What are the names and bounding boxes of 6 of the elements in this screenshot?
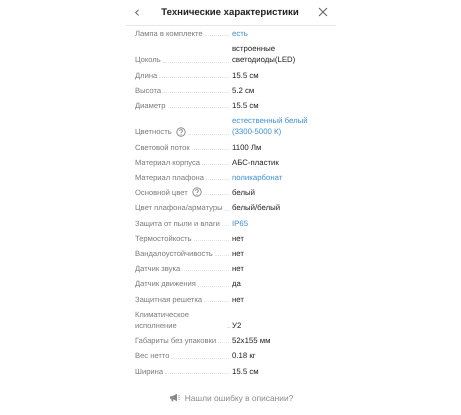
megaphone-icon [168, 393, 180, 402]
window-title: Технические характеристики [161, 6, 299, 18]
back-button[interactable]: ‹ [132, 5, 142, 20]
close-button[interactable] [318, 7, 328, 18]
report-link[interactable]: Нашли ошибку в описании? [168, 392, 294, 403]
close-icon [318, 7, 328, 18]
